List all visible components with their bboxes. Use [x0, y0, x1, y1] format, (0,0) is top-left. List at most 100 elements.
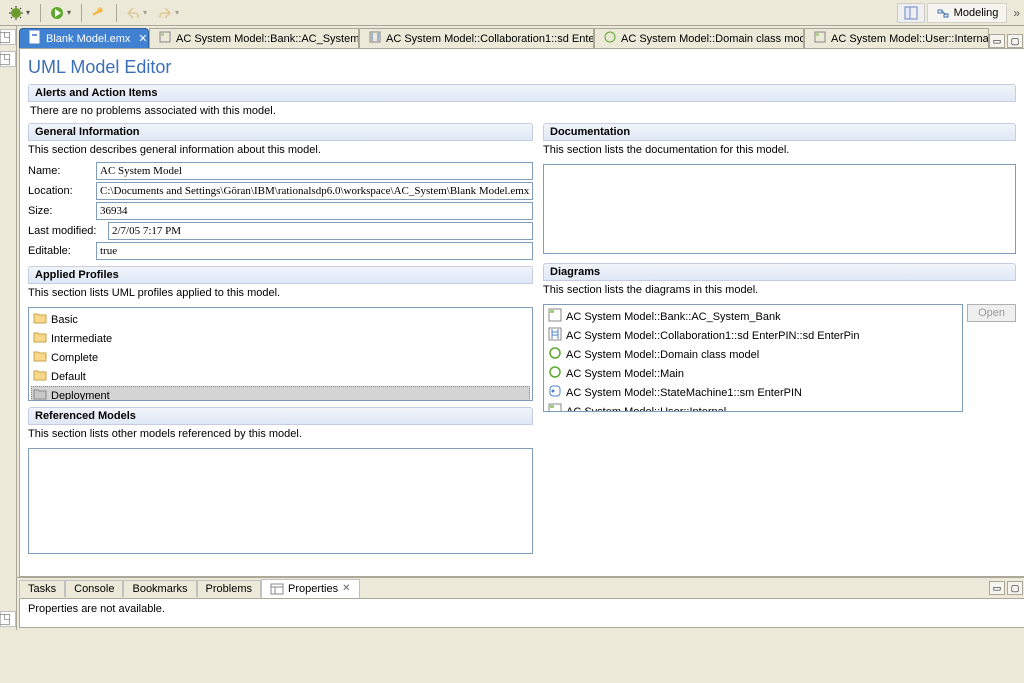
folder-icon [33, 387, 47, 401]
properties-view-body: Properties are not available. [19, 598, 1024, 628]
bottom-tab-properties[interactable]: Properties ✕ [261, 579, 360, 598]
nav-forward-button[interactable]: ▾ [153, 3, 183, 23]
dropdown-arrow-icon: ▾ [67, 8, 71, 17]
tab-close-icon[interactable]: ✕ [138, 32, 147, 45]
nav-back-button[interactable]: ▾ [121, 3, 151, 23]
diagram-name: AC System Model::Collaboration1::sd Ente… [566, 330, 859, 342]
general-info-header: General Information [28, 123, 533, 141]
diagrams-list[interactable]: AC System Model::Bank::AC_System_BankAC … [543, 304, 963, 412]
list-item[interactable]: AC System Model::User::Internal [546, 402, 960, 412]
main-toolbar: ▾ ▾ ▾ ▾ Modeling » [0, 0, 1024, 26]
tab-label: Blank Model.emx [46, 33, 130, 45]
diagram-icon [548, 365, 562, 382]
debug-button[interactable]: ▾ [4, 3, 34, 23]
profile-name: Basic [51, 314, 78, 326]
main-area: ◳ ◳ ◳ Blank Model.emx ✕ AC System Model:… [0, 26, 1024, 630]
bottom-tab-bookmarks[interactable]: Bookmarks [123, 580, 196, 597]
more-perspectives-icon[interactable]: » [1013, 6, 1020, 20]
editable-input[interactable] [96, 242, 533, 260]
modified-input[interactable] [108, 222, 533, 240]
diagram-icon [548, 327, 562, 344]
open-diagram-button[interactable]: Open [967, 304, 1016, 322]
tab-label: AC System Model::Bank::AC_System_Bank [176, 33, 359, 45]
folder-icon [33, 330, 47, 347]
editor-tab[interactable]: AC System Model::Domain class model [594, 28, 804, 48]
list-item[interactable]: Default [31, 367, 530, 386]
documentation-textarea[interactable] [543, 164, 1016, 254]
location-label: Location: [28, 185, 96, 197]
alerts-message: There are no problems associated with th… [28, 102, 1016, 117]
list-item[interactable]: AC System Model::Domain class model [546, 345, 960, 364]
open-perspective-button[interactable] [897, 3, 925, 23]
diagrams-header: Diagrams [543, 263, 1016, 281]
minimized-view-icon[interactable]: ◳ [0, 29, 16, 45]
minimized-view-icon[interactable]: ◳ [0, 51, 16, 67]
diagrams-section: Diagrams This section lists the diagrams… [543, 263, 1016, 412]
referenced-header: Referenced Models [28, 407, 533, 425]
editor-tab-active[interactable]: Blank Model.emx ✕ [19, 28, 149, 48]
editor-tab[interactable]: AC System Model::Bank::AC_System_Bank [149, 28, 359, 48]
toolbar-separator [81, 4, 82, 22]
dropdown-arrow-icon: ▾ [175, 8, 179, 17]
general-info-desc: This section describes general informati… [28, 141, 533, 158]
diagram-file-icon [158, 30, 172, 47]
tab-label: AC System Model::User::Internal [831, 33, 989, 45]
profile-name: Complete [51, 352, 98, 364]
bottom-minmax-controls: ▭ ▢ [989, 581, 1024, 595]
tab-label: Properties [288, 583, 338, 595]
bottom-tab-console[interactable]: Console [65, 580, 123, 597]
minimize-view-icon[interactable]: ▭ [989, 581, 1005, 595]
tab-label: AC System Model::Collaboration1::sd Ente… [386, 33, 594, 45]
dropdown-arrow-icon: ▾ [143, 8, 147, 17]
bottom-tab-problems[interactable]: Problems [197, 580, 261, 597]
diagram-icon [548, 346, 562, 363]
left-view-gutter: ◳ ◳ ◳ [0, 26, 17, 630]
size-input[interactable] [96, 202, 533, 220]
editor-tab[interactable]: AC System Model::Collaboration1::sd Ente… [359, 28, 594, 48]
minimized-view-icon[interactable]: ◳ [0, 611, 16, 627]
size-label: Size: [28, 205, 96, 217]
search-button[interactable] [86, 3, 110, 23]
list-item[interactable]: Intermediate [31, 329, 530, 348]
run-button[interactable]: ▾ [45, 3, 75, 23]
referenced-list[interactable] [28, 448, 533, 554]
folder-icon [33, 349, 47, 366]
list-item[interactable]: Complete [31, 348, 530, 367]
list-item[interactable]: AC System Model::Main [546, 364, 960, 383]
maximize-editor-icon[interactable]: ▢ [1007, 34, 1023, 48]
modeling-perspective-tab[interactable]: Modeling [927, 3, 1008, 23]
documentation-header: Documentation [543, 123, 1016, 141]
maximize-view-icon[interactable]: ▢ [1007, 581, 1023, 595]
dropdown-arrow-icon: ▾ [26, 8, 30, 17]
alerts-section: Alerts and Action Items There are no pro… [28, 84, 1016, 117]
documentation-section: Documentation This section lists the doc… [543, 123, 1016, 257]
editor-tab[interactable]: AC System Model::User::Internal [804, 28, 989, 48]
referenced-desc: This section lists other models referenc… [28, 425, 533, 444]
documentation-desc: This section lists the documentation for… [543, 141, 1016, 160]
list-item[interactable]: AC System Model::Collaboration1::sd Ente… [546, 326, 960, 345]
profiles-section: Applied Profiles This section lists UML … [28, 266, 533, 401]
minimize-editor-icon[interactable]: ▭ [989, 34, 1005, 48]
tab-label: AC System Model::Domain class model [621, 33, 804, 45]
diagrams-desc: This section lists the diagrams in this … [543, 281, 1016, 300]
location-input[interactable] [96, 182, 533, 200]
profiles-header: Applied Profiles [28, 266, 533, 284]
diagram-file-icon [603, 30, 617, 47]
diagram-name: AC System Model::StateMachine1::sm Enter… [566, 387, 802, 399]
bottom-view-area: TasksConsoleBookmarksProblems Properties ✕… [17, 577, 1024, 630]
alerts-header: Alerts and Action Items [28, 84, 1016, 102]
list-item[interactable]: Deployment [31, 386, 530, 401]
editor-body: UML Model Editor Alerts and Action Items… [19, 48, 1024, 577]
list-item[interactable]: Basic [31, 310, 530, 329]
profiles-list[interactable]: Basic Intermediate Complete DefaultDeployme… [28, 307, 533, 401]
diagram-file-icon [368, 30, 382, 47]
name-input[interactable] [96, 162, 533, 180]
diagram-name: AC System Model::Main [566, 368, 684, 380]
name-label: Name: [28, 165, 96, 177]
properties-message: Properties are not available. [28, 603, 165, 615]
bottom-tab-tasks[interactable]: Tasks [19, 580, 65, 597]
list-item[interactable]: AC System Model::Bank::AC_System_Bank [546, 307, 960, 326]
diagram-icon [548, 308, 562, 325]
tab-close-icon[interactable]: ✕ [342, 583, 350, 594]
list-item[interactable]: AC System Model::StateMachine1::sm Enter… [546, 383, 960, 402]
